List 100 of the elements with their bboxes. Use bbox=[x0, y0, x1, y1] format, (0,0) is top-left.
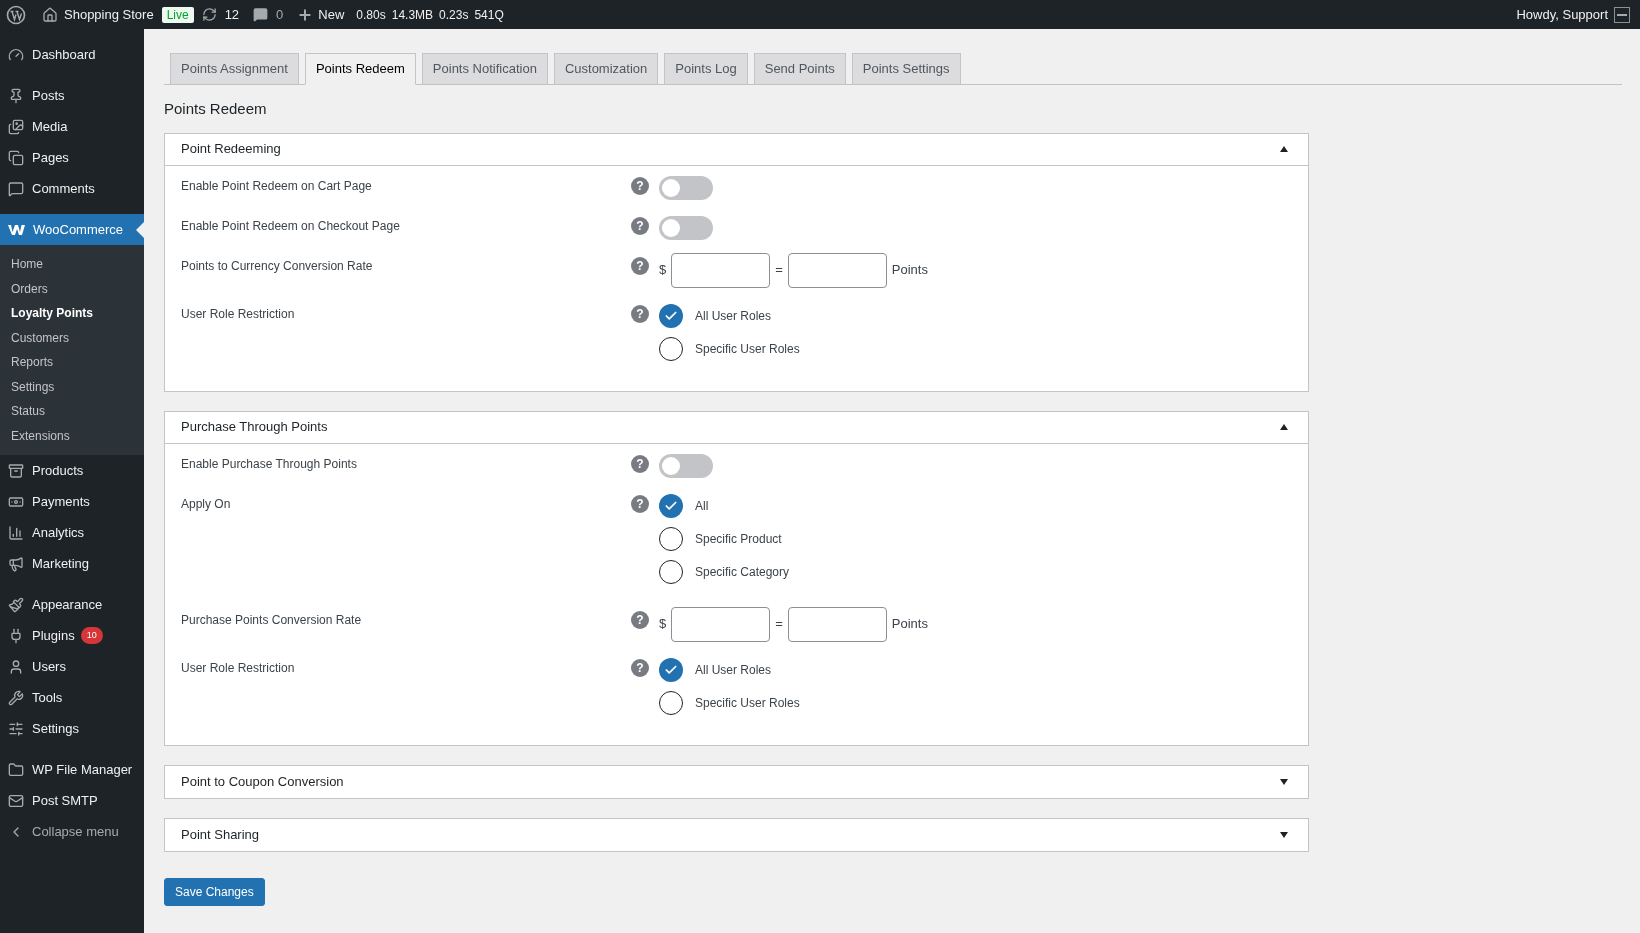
query-stat[interactable]: 14.3MB bbox=[391, 5, 434, 24]
sidebar-item[interactable]: Tools bbox=[0, 682, 144, 713]
help-icon[interactable]: ? bbox=[631, 454, 649, 473]
nav-tab[interactable]: Customization bbox=[553, 53, 659, 85]
sidebar-item[interactable]: Users bbox=[0, 651, 144, 682]
sidebar-item[interactable]: Analytics bbox=[0, 517, 144, 548]
sidebar-label: Users bbox=[32, 657, 66, 676]
submenu-item[interactable]: Orders bbox=[0, 276, 144, 301]
nav-tab[interactable]: Points Assignment bbox=[170, 53, 299, 85]
sidebar-label: Products bbox=[32, 461, 84, 480]
sidebar-item[interactable]: Plugins 10 bbox=[0, 620, 144, 651]
help-icon[interactable]: ? bbox=[631, 658, 649, 677]
toggle-switch[interactable] bbox=[659, 453, 713, 478]
radio-button[interactable] bbox=[659, 336, 683, 361]
radio-button[interactable] bbox=[659, 657, 683, 682]
field-label: User Role Restriction bbox=[181, 305, 296, 323]
pages-icon bbox=[8, 149, 24, 166]
help-icon[interactable]: ? bbox=[631, 256, 649, 275]
query-stat[interactable]: 0.80s bbox=[356, 5, 386, 24]
panel-header[interactable]: Point to Coupon Conversion bbox=[165, 765, 1308, 798]
points-field[interactable] bbox=[787, 606, 887, 642]
sidebar-item[interactable]: Products bbox=[0, 455, 144, 486]
radio-button[interactable] bbox=[659, 303, 683, 328]
submenu-item[interactable]: Status bbox=[0, 399, 144, 424]
site-name-link[interactable]: Shopping Store bbox=[64, 4, 154, 25]
new-link[interactable]: New bbox=[318, 4, 345, 25]
field-label: Apply On bbox=[181, 495, 232, 513]
radio-button[interactable] bbox=[659, 559, 683, 584]
amount-field[interactable] bbox=[671, 606, 771, 642]
expand-arrow-icon bbox=[1280, 831, 1288, 838]
sidebar-item[interactable]: Posts bbox=[0, 80, 144, 111]
sidebar-label: Payments bbox=[32, 492, 90, 511]
updates-icon[interactable] bbox=[201, 7, 217, 22]
sidebar-item[interactable]: Post SMTP bbox=[0, 785, 144, 816]
home-icon[interactable] bbox=[42, 6, 58, 23]
sidebar-label: Collapse menu bbox=[32, 822, 119, 841]
nav-tab[interactable]: Points Settings bbox=[851, 53, 961, 85]
radio-label: Specific User Roles bbox=[695, 340, 800, 358]
wordpress-logo-icon[interactable] bbox=[6, 4, 26, 25]
sidebar-item[interactable]: Comments bbox=[0, 173, 144, 204]
sidebar-item[interactable]: Payments bbox=[0, 486, 144, 517]
submenu-item[interactable]: Customers bbox=[0, 325, 144, 350]
radio-button[interactable] bbox=[659, 690, 683, 715]
submenu-item[interactable]: Home bbox=[0, 252, 144, 277]
avatar-icon[interactable] bbox=[1614, 6, 1630, 23]
submenu-item[interactable]: Reports bbox=[0, 350, 144, 375]
mail-icon bbox=[8, 792, 24, 809]
submenu-item[interactable]: Settings bbox=[0, 374, 144, 399]
collapse-arrow-icon bbox=[1280, 146, 1288, 152]
submenu-item[interactable]: Extensions bbox=[0, 423, 144, 448]
panel-header[interactable]: Point Sharing bbox=[165, 818, 1308, 851]
nav-tab[interactable]: Points Log bbox=[664, 53, 748, 85]
gauge-icon bbox=[8, 46, 24, 63]
help-icon[interactable]: ? bbox=[631, 494, 649, 513]
sidebar-item[interactable]: Media bbox=[0, 111, 144, 142]
panel-title: Point Sharing bbox=[181, 825, 260, 844]
save-button[interactable]: Save Changes bbox=[164, 877, 265, 906]
sidebar-item[interactable]: Appearance bbox=[0, 589, 144, 620]
paintbrush-icon bbox=[8, 596, 24, 613]
user-icon bbox=[8, 658, 24, 675]
help-icon[interactable]: ? bbox=[631, 216, 649, 235]
nav-tab[interactable]: Send Points bbox=[753, 53, 846, 85]
query-stat[interactable]: 541Q bbox=[474, 5, 504, 24]
comment-icon[interactable] bbox=[253, 7, 269, 22]
field-label: Enable Purchase Through Points bbox=[181, 455, 358, 473]
sidebar-label: Pages bbox=[32, 148, 69, 167]
sidebar-item[interactable]: Collapse menu bbox=[0, 816, 144, 847]
sidebar-label: Posts bbox=[32, 86, 65, 105]
nav-tab[interactable]: Points Notification bbox=[421, 53, 548, 85]
help-icon[interactable]: ? bbox=[631, 304, 649, 323]
current-arrow-icon bbox=[136, 221, 144, 238]
amount-field[interactable] bbox=[671, 252, 771, 288]
panel-title: Point Redeeming bbox=[181, 140, 281, 159]
panel-title: Point to Coupon Conversion bbox=[181, 772, 344, 791]
radio-button[interactable] bbox=[659, 493, 683, 518]
help-icon[interactable]: ? bbox=[631, 176, 649, 195]
sidebar-label: Analytics bbox=[32, 523, 85, 542]
sidebar-label: WP File Manager bbox=[32, 760, 133, 779]
toggle-switch[interactable] bbox=[659, 175, 713, 200]
expand-arrow-icon bbox=[1280, 778, 1288, 785]
greeting-link[interactable]: Howdy, Support bbox=[1516, 4, 1608, 25]
radio-label: Specific User Roles bbox=[695, 694, 800, 712]
toggle-switch[interactable] bbox=[659, 215, 713, 240]
radio-button[interactable] bbox=[659, 526, 683, 551]
sidebar-label: Tools bbox=[32, 688, 63, 707]
points-field[interactable] bbox=[787, 252, 887, 288]
query-stat[interactable]: 0.23s bbox=[439, 5, 469, 24]
sidebar-item[interactable]: WP File Manager bbox=[0, 754, 144, 785]
submenu-item[interactable]: Loyalty Points bbox=[0, 301, 144, 326]
sidebar-item[interactable]: Marketing bbox=[0, 548, 144, 579]
sidebar-item[interactable]: Dashboard bbox=[0, 39, 144, 70]
points-unit: Points bbox=[891, 615, 928, 634]
sidebar-item[interactable]: WooCommerce bbox=[0, 214, 144, 245]
sidebar-item[interactable]: Pages bbox=[0, 142, 144, 173]
panel-header[interactable]: Purchase Through Points bbox=[165, 411, 1308, 444]
help-icon[interactable]: ? bbox=[631, 610, 649, 629]
pin-icon bbox=[8, 87, 24, 104]
panel-header[interactable]: Point Redeeming bbox=[165, 133, 1308, 166]
nav-tab[interactable]: Points Redeem bbox=[304, 53, 416, 85]
sidebar-item[interactable]: Settings bbox=[0, 713, 144, 744]
